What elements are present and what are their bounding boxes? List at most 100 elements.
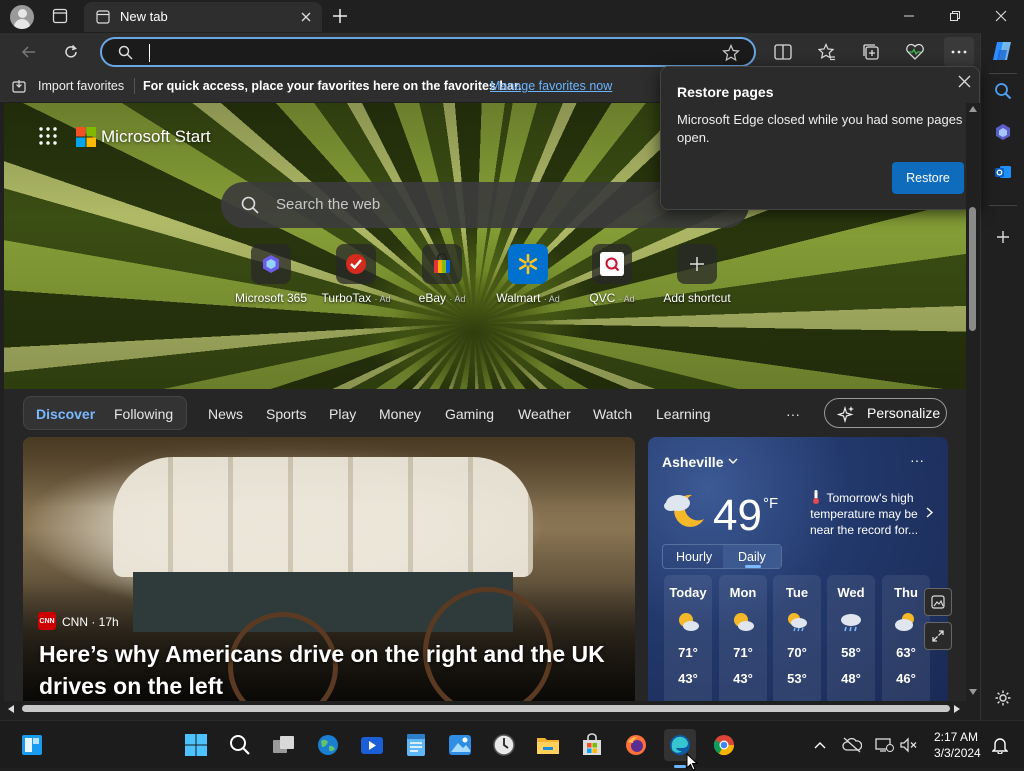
split-screen-icon[interactable] xyxy=(768,37,798,67)
weather-more-button[interactable]: ··· xyxy=(910,452,924,468)
refresh-button[interactable] xyxy=(56,37,86,67)
clock-icon[interactable] xyxy=(488,729,520,761)
text-cursor xyxy=(149,44,150,62)
horizontal-scrollbar[interactable] xyxy=(4,701,966,717)
chevron-up-icon[interactable] xyxy=(804,729,836,761)
vertical-scrollbar[interactable] xyxy=(966,103,980,701)
forecast-day[interactable]: Today 71° 43° xyxy=(664,575,712,701)
category-money[interactable]: Money xyxy=(379,406,421,422)
category-learning[interactable]: Learning xyxy=(656,406,711,422)
expand-button[interactable] xyxy=(924,622,952,650)
collections-icon[interactable] xyxy=(856,37,886,67)
category-sports[interactable]: Sports xyxy=(266,406,306,422)
scroll-up-arrow[interactable] xyxy=(969,106,977,112)
clock-time[interactable]: 2:17 AM xyxy=(934,730,978,744)
turbotax-icon xyxy=(345,253,367,275)
outlook-icon[interactable] xyxy=(989,158,1017,186)
copilot-icon[interactable] xyxy=(989,37,1017,65)
new-tab-button[interactable] xyxy=(332,8,348,24)
search-icon[interactable] xyxy=(989,77,1017,105)
scroll-down-arrow[interactable] xyxy=(969,689,977,695)
volume-muted-icon[interactable] xyxy=(892,729,924,761)
personalize-button[interactable]: Personalize xyxy=(824,398,947,428)
restore-button[interactable]: Restore xyxy=(892,162,964,194)
manage-favorites-link[interactable]: Manage favorites now xyxy=(490,79,612,93)
scroll-right-arrow[interactable] xyxy=(954,705,960,713)
close-tab-icon[interactable] xyxy=(300,11,312,23)
scroll-thumb[interactable] xyxy=(969,207,976,331)
search-icon[interactable] xyxy=(224,729,256,761)
minimize-button[interactable] xyxy=(886,0,932,32)
category-play[interactable]: Play xyxy=(329,406,356,422)
chevron-down-icon[interactable] xyxy=(728,458,738,465)
more-categories-button[interactable]: ··· xyxy=(786,406,800,422)
file-explorer-icon[interactable] xyxy=(532,729,564,761)
task-view-icon[interactable] xyxy=(268,729,300,761)
walmart-spark-icon xyxy=(517,253,539,275)
article-headline[interactable]: Here’s why Americans drive on the right … xyxy=(39,638,629,701)
category-news[interactable]: News xyxy=(208,406,243,422)
shortcut-turbotax[interactable]: TurboTax · Ad xyxy=(316,244,396,305)
settings-and-more-icon[interactable] xyxy=(944,37,974,67)
back-button[interactable] xyxy=(14,37,44,67)
tab-new-tab[interactable]: New tab xyxy=(84,2,322,32)
microsoft-store-icon[interactable] xyxy=(576,729,608,761)
add-sidebar-app-icon[interactable] xyxy=(989,223,1017,251)
daily-tab[interactable]: Daily xyxy=(738,550,766,564)
add-shortcut-button[interactable]: Add shortcut xyxy=(657,244,737,305)
category-gaming[interactable]: Gaming xyxy=(445,406,494,422)
close-icon[interactable] xyxy=(958,75,971,88)
tab-discover[interactable]: Discover xyxy=(36,406,95,422)
image-feedback-button[interactable] xyxy=(924,588,952,616)
sidebar-settings-icon[interactable] xyxy=(989,684,1017,712)
network-globe-icon[interactable] xyxy=(312,729,344,761)
widgets-icon[interactable] xyxy=(16,729,48,761)
notepad-icon[interactable] xyxy=(400,729,432,761)
close-window-button[interactable] xyxy=(978,0,1024,32)
forecast-day[interactable]: Mon 71° 43° xyxy=(719,575,767,701)
favorite-star-icon[interactable] xyxy=(722,44,740,62)
forecast-day[interactable]: Wed 58° 48° xyxy=(827,575,875,701)
clock-date[interactable]: 3/3/2024 xyxy=(934,746,981,760)
notifications-bell-icon[interactable] xyxy=(984,729,1016,761)
microsoft-365-icon[interactable] xyxy=(989,118,1017,146)
dialog-message: Microsoft Edge closed while you had some… xyxy=(677,112,963,145)
media-player-icon[interactable] xyxy=(356,729,388,761)
restore-window-button[interactable] xyxy=(932,0,978,32)
hourly-tab[interactable]: Hourly xyxy=(676,550,712,564)
photos-icon[interactable] xyxy=(444,729,476,761)
import-favorites-button[interactable]: Import favorites xyxy=(38,79,124,93)
weather-location[interactable]: Asheville xyxy=(662,454,723,470)
shortcut-qvc[interactable]: QVC · Ad xyxy=(572,244,652,305)
category-watch[interactable]: Watch xyxy=(593,406,632,422)
profile-avatar[interactable] xyxy=(10,5,34,29)
favorites-icon[interactable] xyxy=(812,37,842,67)
start-button[interactable] xyxy=(180,729,212,761)
onedrive-offline-icon[interactable] xyxy=(836,729,868,761)
forecast-toggle: Hourly Daily xyxy=(662,544,782,569)
feed-nav-bar: Discover Following News Sports Play Mone… xyxy=(4,389,966,437)
weather-tip[interactable]: Tomorrow's high temperature may be near … xyxy=(804,490,924,538)
shortcut-ebay[interactable]: eBay · Ad xyxy=(402,244,482,305)
chevron-right-icon[interactable] xyxy=(926,507,933,518)
category-weather[interactable]: Weather xyxy=(518,406,571,422)
top-story-card[interactable]: CNN CNN · 17h Here’s why Americans drive… xyxy=(23,437,635,701)
shortcut-microsoft-365[interactable]: Microsoft 365 xyxy=(231,244,311,305)
plus-icon xyxy=(689,256,705,272)
shortcut-walmart[interactable]: Walmart · Ad xyxy=(488,244,568,305)
address-bar[interactable] xyxy=(100,37,756,67)
weather-card[interactable]: Asheville ··· 49 °F Tomorrow's high temp… xyxy=(648,437,948,701)
forecast-day[interactable]: Thu 63° 46° xyxy=(882,575,930,701)
browser-essentials-icon[interactable] xyxy=(900,37,930,67)
current-temperature: 49 xyxy=(713,491,762,540)
chrome-icon[interactable] xyxy=(708,729,740,761)
scroll-left-arrow[interactable] xyxy=(8,705,14,713)
firefox-icon[interactable] xyxy=(620,729,652,761)
temperature-unit[interactable]: °F xyxy=(763,495,778,512)
import-favorites-icon xyxy=(12,79,26,93)
scroll-thumb[interactable] xyxy=(22,705,950,712)
tab-actions-icon[interactable] xyxy=(52,8,68,24)
app-launcher-icon[interactable] xyxy=(39,127,57,145)
tab-following[interactable]: Following xyxy=(114,406,173,422)
forecast-day[interactable]: Tue 70° 53° xyxy=(773,575,821,701)
